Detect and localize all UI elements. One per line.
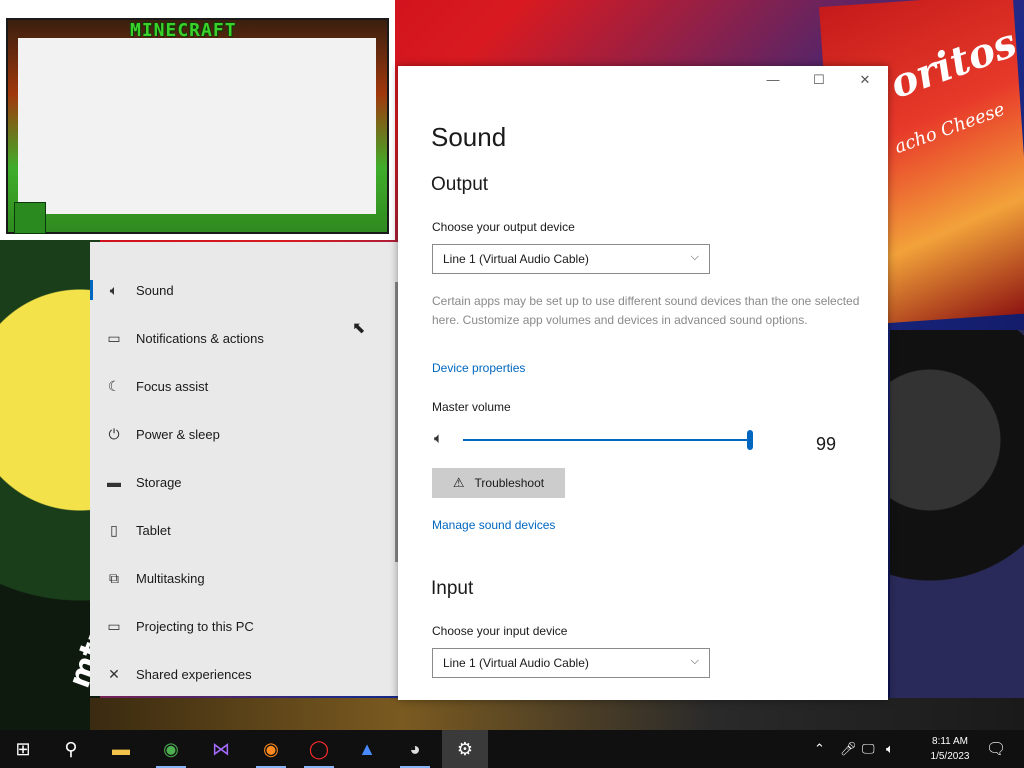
nav-item-focus-assist[interactable]: ☾ Focus assist bbox=[90, 362, 390, 410]
storage-icon: ▬ bbox=[107, 474, 121, 490]
output-device-label: Choose your output device bbox=[432, 220, 575, 234]
nav-item-label: Projecting to this PC bbox=[136, 618, 254, 634]
input-device-label: Choose your input device bbox=[432, 624, 568, 638]
output-device-value: Line 1 (Virtual Audio Cable) bbox=[443, 252, 589, 266]
input-heading: Input bbox=[431, 578, 474, 599]
microphone-icon[interactable]: 🎤︎ bbox=[840, 730, 857, 768]
chevron-down-icon: ⌵ bbox=[690, 251, 699, 263]
clock[interactable]: 8:11 AM 1/5/2023 bbox=[920, 734, 980, 764]
sound-settings-window: — ☐ ✕ Sound Output Choose your output de… bbox=[398, 66, 888, 700]
show-hidden-icons-icon[interactable]: ⌃ bbox=[814, 730, 825, 768]
nav-item-power-sleep[interactable]: ⏻ Power & sleep bbox=[90, 410, 390, 458]
moon-icon: ☾ bbox=[107, 377, 121, 394]
multitasking-icon: ⧉ bbox=[109, 569, 119, 586]
mouse-cursor-icon: ⬉ bbox=[352, 320, 366, 337]
close-button[interactable]: ✕ bbox=[850, 72, 880, 88]
clock-time: 8:11 AM bbox=[932, 736, 968, 747]
manage-sound-devices-link[interactable]: Manage sound devices bbox=[432, 518, 555, 532]
speaker-icon[interactable]: 🔈︎ bbox=[434, 430, 443, 447]
clock-date: 1/5/2023 bbox=[930, 751, 970, 762]
nav-item-multitasking[interactable]: ⧉ Multitasking bbox=[90, 554, 390, 602]
nav-item-label: Multitasking bbox=[136, 570, 205, 586]
network-icon[interactable]: 🖵︎ bbox=[862, 730, 875, 768]
wallpaper-right-art bbox=[890, 330, 1024, 730]
nav-item-label: Storage bbox=[136, 474, 182, 490]
chrome-icon[interactable]: ◉ bbox=[148, 730, 194, 768]
minimize-button[interactable]: — bbox=[758, 72, 788, 87]
input-device-value: Line 1 (Virtual Audio Cable) bbox=[443, 656, 589, 670]
visual-studio-icon[interactable]: ⋈ bbox=[198, 730, 244, 768]
obs-icon[interactable]: ◕ bbox=[392, 730, 438, 768]
nav-item-sound[interactable]: 🔈︎ Sound bbox=[90, 266, 390, 314]
input-device-select[interactable]: Line 1 (Virtual Audio Cable) ⌵ bbox=[432, 648, 710, 678]
page-title: Sound bbox=[431, 122, 507, 152]
creeper-icon bbox=[14, 202, 46, 234]
shared-icon: ✕ bbox=[108, 665, 120, 682]
output-heading: Output bbox=[431, 174, 489, 195]
nav-item-notifications[interactable]: ▭ Notifications & actions bbox=[90, 314, 390, 362]
tablet-icon: ▯ bbox=[110, 521, 118, 538]
troubleshoot-label: Troubleshoot bbox=[474, 476, 545, 490]
nav-item-label: Power & sleep bbox=[136, 426, 220, 442]
nav-item-shared-experiences[interactable]: ✕ Shared experiences bbox=[90, 650, 390, 698]
nav-item-storage[interactable]: ▬ Storage bbox=[90, 458, 390, 506]
volume-value: 99 bbox=[816, 434, 837, 454]
maximize-button[interactable]: ☐ bbox=[804, 72, 834, 88]
nav-item-label: Shared experiences bbox=[136, 666, 252, 682]
warning-icon: ⚠ bbox=[452, 475, 465, 490]
output-description: Certain apps may be set up to use differ… bbox=[432, 294, 860, 327]
device-properties-link[interactable]: Device properties bbox=[432, 361, 525, 375]
firefox-icon[interactable]: ◉ bbox=[248, 730, 294, 768]
nav-item-label: Tablet bbox=[136, 522, 171, 538]
paint-icon[interactable]: ▲ bbox=[344, 730, 390, 768]
taskbar: ⊞ ⚲ ▬ ◉ ⋈ ◉ ◯ ▲ ◕ ⚙ ⌃ 🎤︎ 🖵︎ 🔈︎ 8:11 AM 1… bbox=[0, 730, 1024, 768]
message-icon: ▭ bbox=[107, 329, 121, 346]
master-volume-label: Master volume bbox=[432, 400, 511, 414]
output-device-select[interactable]: Line 1 (Virtual Audio Cable) ⌵ bbox=[432, 244, 710, 274]
nav-item-label: Notifications & actions bbox=[136, 330, 264, 346]
settings-icon[interactable]: ⚙ bbox=[442, 730, 488, 768]
minecraft-inner-area bbox=[18, 38, 376, 214]
minecraft-logo: MINECRAFT bbox=[130, 20, 237, 41]
settings-nav-panel: 🔈︎ Sound ▭ Notifications & actions ☾ Foc… bbox=[90, 242, 408, 696]
nav-item-label: Sound bbox=[136, 282, 174, 298]
opera-icon[interactable]: ◯ bbox=[296, 730, 342, 768]
speaker-icon: 🔈︎ bbox=[109, 281, 119, 298]
nav-item-label: Focus assist bbox=[136, 378, 209, 394]
windows-start-icon[interactable]: ⊞ bbox=[0, 730, 46, 768]
wallpaper-bottom-art bbox=[90, 698, 1024, 730]
chevron-down-icon: ⌵ bbox=[690, 655, 699, 667]
volume-slider-thumb[interactable] bbox=[747, 430, 754, 450]
nav-item-tablet[interactable]: ▯ Tablet bbox=[90, 506, 390, 554]
search-icon[interactable]: ⚲ bbox=[48, 730, 94, 768]
volume-tray-icon[interactable]: 🔈︎ bbox=[886, 730, 894, 768]
volume-slider-track[interactable] bbox=[463, 439, 753, 441]
projector-icon: ▭ bbox=[107, 617, 121, 634]
notification-center-icon[interactable]: 🗨︎ bbox=[986, 730, 1006, 768]
minecraft-overlay: MINECRAFT bbox=[0, 0, 395, 240]
file-explorer-icon[interactable]: ▬ bbox=[98, 730, 144, 768]
nav-item-projecting[interactable]: ▭ Projecting to this PC bbox=[90, 602, 390, 650]
power-icon: ⏻ bbox=[108, 425, 120, 442]
troubleshoot-button[interactable]: ⚠ Troubleshoot bbox=[432, 468, 565, 498]
